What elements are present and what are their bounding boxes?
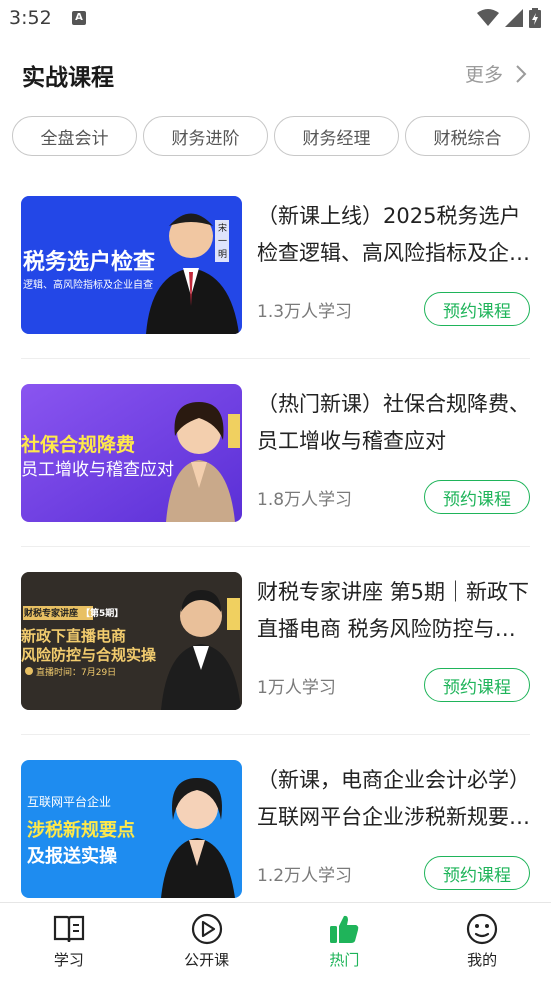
course-thumbnail: 财税专家讲座 【第5期】 新政下直播电商 风险防控与合规实操 直播时间：7月29日 — [21, 572, 242, 710]
signal-icon — [505, 9, 523, 27]
chip-caishui-zonghe[interactable]: 财税综合 — [405, 116, 530, 156]
course-learners: 1.3万人学习 — [257, 302, 353, 322]
smiley-icon — [467, 913, 498, 945]
course-item[interactable]: 财税专家讲座 【第5期】 新政下直播电商 风险防控与合规实操 直播时间：7月29日… — [21, 572, 530, 710]
play-circle-icon — [191, 913, 222, 945]
more-label: 更多 — [464, 64, 503, 86]
reserve-course-button[interactable]: 预约课程 — [424, 292, 530, 326]
reserve-course-button[interactable]: 预约课程 — [424, 668, 530, 702]
course-title: 财税专家讲座 第5期｜新政下直播电商 税务风险防控与合规实操 — [257, 580, 530, 641]
thumb-headline: 税务选户检查 — [23, 250, 156, 275]
tab-label: 学习 — [53, 951, 84, 969]
wifi-icon — [477, 9, 499, 26]
tab-label: 公开课 — [184, 951, 230, 969]
course-thumbnail: 互联网平台企业 涉税新规要点 及报送实操 — [21, 760, 242, 898]
section-header: 实战课程 更多 — [0, 52, 551, 98]
course-title: （新课，电商企业会计必学）互联网平台企业涉税新规要点及报送实操 — [257, 768, 530, 829]
reserve-course-button[interactable]: 预约课程 — [424, 480, 530, 514]
thumb-subline: 直播时间：7月29日 — [36, 668, 117, 678]
reserve-course-button[interactable]: 预约课程 — [424, 856, 530, 890]
course-item[interactable]: 宋 一 明 宋 一 明 税务选户检查 逻辑、高风险指标及企业自查 （新课上线）2… — [21, 196, 530, 334]
thumb-tag: 财税专家讲座 【第5期】 — [24, 606, 123, 619]
thumb-subline: 员工增收与稽查应对 — [21, 460, 174, 480]
thumb-headline: 新政下直播电商 — [21, 627, 127, 645]
course-title: （新课上线）2025税务选户检查逻辑、高风险指标及企业自查 — [257, 204, 530, 265]
svg-text:明: 明 — [218, 249, 227, 260]
course-learners: 1.8万人学习 — [257, 490, 353, 510]
category-chips: 全盘会计 财务进阶 财务经理 财税综合 — [12, 116, 530, 156]
thumb-issue: 【第5期】 — [81, 609, 124, 619]
divider — [21, 546, 530, 547]
thumb-headline: 社保合规降费 — [21, 434, 136, 456]
svg-text:宋: 宋 — [218, 222, 227, 234]
book-icon — [53, 915, 84, 943]
chip-quanpan-kuaiji[interactable]: 全盘会计 — [12, 116, 137, 156]
notification-a-icon: A — [72, 11, 86, 25]
divider — [21, 358, 530, 359]
system-icons — [477, 8, 541, 28]
course-learners: 1.2万人学习 — [257, 866, 353, 886]
thumb-headline-2: 及报送实操 — [27, 846, 117, 867]
thumb-headline: 涉税新规要点 — [27, 820, 135, 841]
course-thumbnail: 宋 一 明 宋 一 明 税务选户检查 逻辑、高风险指标及企业自查 — [21, 196, 242, 334]
chip-caiwu-jingli[interactable]: 财务经理 — [274, 116, 399, 156]
status-time: 3:52 — [9, 7, 52, 29]
tab-open-class[interactable]: 公开课 — [138, 903, 276, 982]
course-item[interactable]: 社保合规降费 员工增收与稽查应对 （热门新课）社保合规降费、员工增收与稽查应对 … — [21, 384, 530, 522]
course-item[interactable]: 互联网平台企业 涉税新规要点 及报送实操 （新课，电商企业会计必学）互联网平台企… — [21, 760, 530, 898]
divider — [21, 734, 530, 735]
tab-label: 我的 — [467, 951, 498, 969]
status-bar: 3:52 A — [0, 0, 551, 36]
course-title: （热门新课）社保合规降费、员工增收与稽查应对 — [257, 392, 530, 453]
tab-hot[interactable]: 热门 — [276, 903, 414, 982]
bottom-tab-bar: 学习 公开课 热门 我的 — [0, 902, 551, 982]
thumb-headline-2: 风险防控与合规实操 — [21, 646, 157, 664]
more-button[interactable]: 更多 — [465, 60, 527, 87]
chevron-right-icon — [516, 64, 527, 83]
section-title: 实战课程 — [22, 65, 114, 91]
tab-label: 热门 — [329, 951, 360, 969]
course-thumbnail: 社保合规降费 员工增收与稽查应对 — [21, 384, 242, 522]
battery-icon — [529, 8, 541, 28]
tab-mine[interactable]: 我的 — [413, 903, 551, 982]
svg-text:一: 一 — [218, 237, 227, 247]
thumb-tag: 互联网平台企业 — [27, 795, 112, 809]
course-learners: 1万人学习 — [257, 678, 336, 698]
thumb-subline: 逻辑、高风险指标及企业自查 — [23, 280, 153, 291]
tab-study[interactable]: 学习 — [0, 903, 138, 982]
thumb-tag-text: 财税专家讲座 — [24, 609, 79, 619]
chip-caiwu-jinjie[interactable]: 财务进阶 — [143, 116, 268, 156]
thumbs-up-icon — [330, 915, 359, 943]
